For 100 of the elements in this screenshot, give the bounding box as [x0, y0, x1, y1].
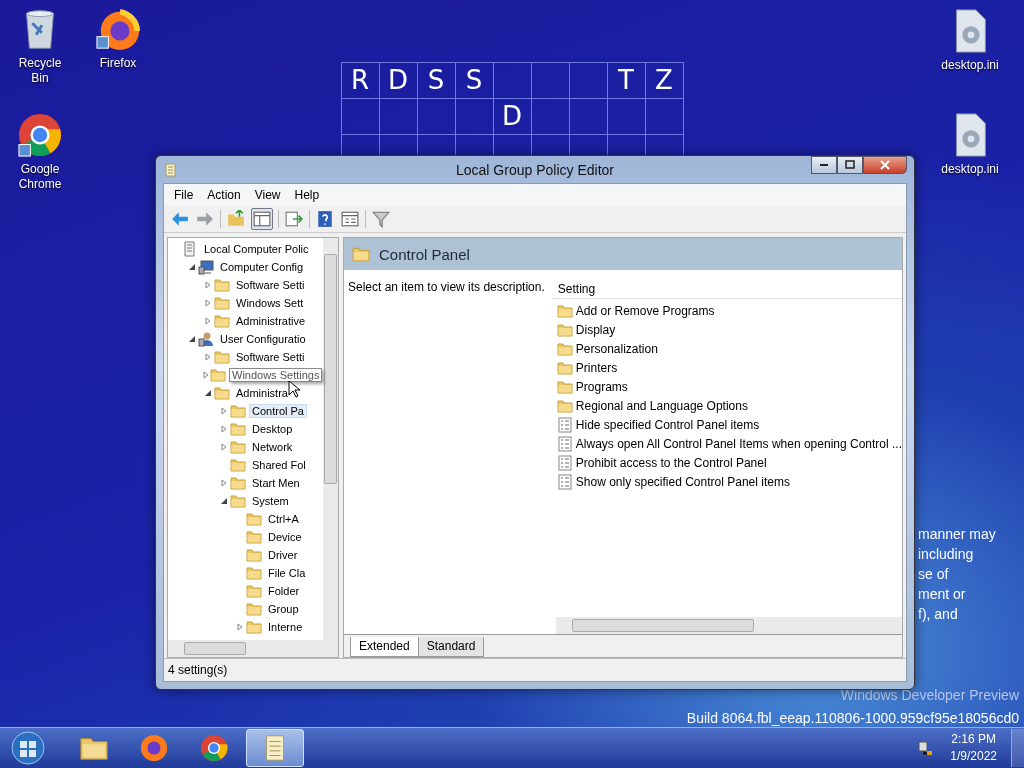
- folder-icon: [246, 601, 262, 617]
- desktop-icon-label[interactable]: desktop.ini: [940, 162, 1000, 177]
- scrollbar-thumb[interactable]: [184, 642, 246, 655]
- maximize-button[interactable]: [837, 156, 863, 174]
- expander-icon[interactable]: [204, 389, 212, 397]
- help-icon[interactable]: [315, 209, 335, 229]
- folder-up-icon[interactable]: [226, 209, 246, 229]
- clock-date[interactable]: 1/9/2022: [950, 748, 997, 765]
- setting-item[interactable]: Regional and Language Options: [575, 398, 748, 413]
- tree-item[interactable]: Administra: [233, 386, 291, 400]
- tree-item[interactable]: Local Computer Polic: [201, 242, 312, 256]
- folder-icon: [214, 313, 230, 329]
- tree-item[interactable]: Desktop: [249, 422, 296, 436]
- document-icon: [182, 241, 198, 257]
- chrome-icon[interactable]: [17, 112, 63, 158]
- menu-item[interactable]: View: [248, 186, 287, 204]
- folder-icon: [246, 511, 262, 527]
- folder-icon: [556, 397, 573, 414]
- folder-icon: [556, 359, 573, 376]
- tree-item[interactable]: Software Setti: [233, 350, 308, 364]
- computer-icon: [198, 259, 214, 275]
- setting-item[interactable]: Always open All Control Panel Items when opening Control ...: [575, 436, 902, 451]
- folder-icon: [246, 529, 262, 545]
- tree-item[interactable]: Interne: [265, 620, 306, 634]
- clock-time[interactable]: 2:16 PM: [951, 731, 996, 748]
- folder-icon: [246, 619, 262, 635]
- wallpaper-text: including: [918, 545, 975, 564]
- setting-item[interactable]: Show only specified Control Panel items: [575, 474, 790, 489]
- tree-item[interactable]: Device: [265, 530, 305, 544]
- setting-item[interactable]: Programs: [575, 379, 628, 394]
- wallpaper-text: se of: [918, 565, 950, 584]
- vertical-scrollbar[interactable]: [323, 238, 338, 640]
- horizontal-scrollbar[interactable]: [168, 640, 338, 657]
- start-orb-icon[interactable]: [10, 730, 46, 766]
- minimize-button[interactable]: [811, 156, 837, 174]
- user-icon: [198, 331, 214, 347]
- menu-item[interactable]: Help: [288, 186, 326, 204]
- tree-item[interactable]: Administrative: [233, 314, 309, 328]
- folder-icon: [556, 321, 573, 338]
- tree-item[interactable]: Control Pa: [249, 404, 307, 418]
- wallpaper-letter: S: [464, 64, 484, 97]
- setting-item[interactable]: Hide specified Control Panel items: [575, 417, 760, 432]
- expander-icon[interactable]: [188, 335, 196, 343]
- folder-icon: [230, 457, 246, 473]
- horizontal-scrollbar[interactable]: [556, 617, 902, 634]
- folder-icon: [214, 277, 230, 293]
- scrollbar-thumb[interactable]: [324, 254, 337, 484]
- view-tab[interactable]: Standard: [417, 637, 485, 657]
- network-icon[interactable]: [916, 739, 935, 757]
- setting-item[interactable]: Add or Remove Programs: [575, 303, 715, 318]
- column-header[interactable]: Setting: [551, 280, 902, 299]
- policy-setting-icon: [556, 416, 573, 433]
- tree-item[interactable]: Windows Sett: [233, 296, 307, 310]
- desktop-icon-label[interactable]: Recycle Bin: [10, 56, 70, 86]
- wallpaper-text: f), and: [918, 605, 959, 624]
- setting-item[interactable]: Display: [575, 322, 616, 337]
- tree-item[interactable]: Start Men: [249, 476, 303, 490]
- setting-item[interactable]: Prohibit access to the Control Panel: [575, 455, 767, 470]
- status-text: 4 setting(s): [168, 663, 228, 677]
- setting-item[interactable]: Printers: [575, 360, 618, 375]
- folder-icon: [556, 340, 573, 357]
- desktop-icon-label[interactable]: desktop.ini: [940, 58, 1000, 73]
- build-info-text: Windows Developer Preview: [839, 686, 1019, 705]
- window-title: Local Group Policy Editor: [456, 161, 615, 178]
- view-tab[interactable]: Extended: [350, 637, 419, 657]
- tree-item[interactable]: Computer Config: [217, 260, 307, 274]
- scrollbar-thumb[interactable]: [572, 619, 754, 632]
- wallpaper-letter: S: [426, 64, 446, 97]
- maximize-icon: [845, 160, 855, 170]
- show-desktop-button[interactable]: [1011, 729, 1024, 767]
- tree-item[interactable]: Shared Fol: [249, 458, 309, 472]
- tree-item[interactable]: User Configuratio: [217, 332, 309, 346]
- tree-item[interactable]: Group: [265, 602, 302, 616]
- folder-icon: [556, 302, 573, 319]
- setting-item[interactable]: Personalization: [575, 341, 658, 356]
- tree-item[interactable]: File Cla: [265, 566, 309, 580]
- wallpaper-text: ment or: [918, 585, 967, 604]
- desktop-icon-label[interactable]: Google Chrome: [10, 162, 70, 192]
- close-button[interactable]: [863, 156, 907, 174]
- filter-icon[interactable]: [371, 209, 391, 229]
- menu-item[interactable]: File: [168, 186, 200, 204]
- tree-item[interactable]: Ctrl+A: [265, 512, 302, 526]
- expander-icon[interactable]: [220, 497, 228, 505]
- tree-item[interactable]: Software Setti: [233, 278, 308, 292]
- console-tree-icon[interactable]: [251, 208, 273, 230]
- firefox-icon[interactable]: [95, 6, 141, 52]
- menu-item[interactable]: Action: [201, 186, 247, 204]
- tree-item[interactable]: System: [249, 494, 292, 508]
- tooltip[interactable]: Windows Settings: [229, 368, 323, 382]
- export-list-icon[interactable]: [284, 209, 304, 229]
- tree-item[interactable]: Driver: [265, 548, 301, 562]
- properties-icon[interactable]: [340, 209, 360, 229]
- folder-icon: [230, 439, 246, 455]
- wallpaper-letter: Z: [654, 64, 674, 97]
- folder-icon: [214, 295, 230, 311]
- tree-item[interactable]: Folder: [265, 584, 303, 598]
- firefox-icon: [139, 733, 169, 763]
- desktop-icon-label[interactable]: Firefox: [88, 56, 148, 71]
- tree-item[interactable]: Network: [249, 440, 296, 454]
- expander-icon[interactable]: [188, 263, 196, 271]
